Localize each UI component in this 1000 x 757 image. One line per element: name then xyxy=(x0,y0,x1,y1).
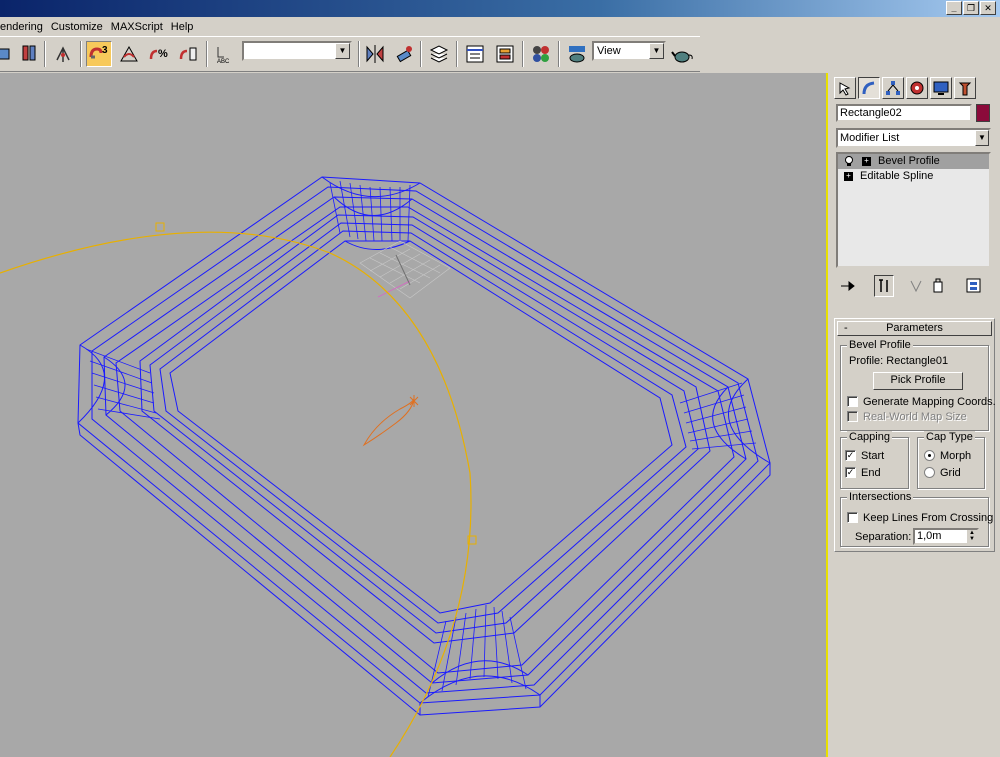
object-color-swatch[interactable] xyxy=(976,104,990,122)
modifier-stack: + Bevel Profile + Editable Spline xyxy=(836,152,991,268)
minimize-button[interactable]: _ xyxy=(946,1,962,15)
parameters-rollout: - Parameters Bevel Profile Profile: Rect… xyxy=(834,318,996,552)
command-panel: Rectangle02 Modifier List ▼ + Bevel Prof… xyxy=(830,73,1000,757)
percent-snap-icon[interactable]: % xyxy=(146,41,172,67)
angle-snap-icon[interactable] xyxy=(116,41,142,67)
align-icon[interactable] xyxy=(392,41,418,67)
capping-group: Capping ✓ Start ✓ End xyxy=(840,431,909,489)
utilities-tab-icon[interactable] xyxy=(954,77,976,99)
menu-bar: endering Customize MAXScript Help xyxy=(0,17,1000,36)
mirror-select-icon[interactable] xyxy=(16,41,42,67)
stack-item-editable-spline[interactable]: + Editable Spline xyxy=(838,169,989,184)
perspective-viewport[interactable] xyxy=(0,73,828,757)
render-scene-icon[interactable] xyxy=(564,41,590,67)
svg-text:%: % xyxy=(158,48,168,60)
chevron-down-icon: ▼ xyxy=(975,130,989,146)
cap-start-checkbox[interactable]: ✓ xyxy=(845,450,856,461)
cap-morph-radio[interactable] xyxy=(924,450,935,461)
stack-toolbar xyxy=(836,275,991,297)
menu-help[interactable]: Help xyxy=(167,21,198,33)
edit-named-selection-icon[interactable]: ABC xyxy=(212,41,238,67)
configure-sets-icon[interactable] xyxy=(964,275,984,297)
material-editor-icon[interactable] xyxy=(528,41,554,67)
cap-end-checkbox[interactable]: ✓ xyxy=(845,467,856,478)
main-toolbar: 3 % ABC ▼ View ▼ xyxy=(0,36,700,72)
quick-render-teapot-icon[interactable] xyxy=(670,41,696,67)
rollout-header[interactable]: - Parameters xyxy=(837,321,992,336)
profile-label: Profile: Rectangle01 xyxy=(849,355,949,367)
menu-maxscript[interactable]: MAXScript xyxy=(107,21,167,33)
modify-tab-icon[interactable] xyxy=(858,77,880,99)
modifier-list-dropdown[interactable]: Modifier List ▼ xyxy=(836,128,991,148)
make-unique-icon[interactable] xyxy=(906,275,926,297)
spinner-arrows-icon[interactable]: ▲ ▼ xyxy=(967,530,977,543)
bevel-profile-group: Bevel Profile Profile: Rectangle01 Pick … xyxy=(840,339,996,431)
window-controls: _ ❐ ✕ xyxy=(946,1,996,15)
hierarchy-tab-icon[interactable] xyxy=(882,77,904,99)
close-button[interactable]: ✕ xyxy=(980,1,996,15)
named-selection-dropdown[interactable]: ▼ xyxy=(242,41,352,61)
display-tab-icon[interactable] xyxy=(930,77,952,99)
pin-stack-icon[interactable] xyxy=(838,275,858,297)
show-end-result-icon[interactable] xyxy=(874,275,894,297)
title-bar: _ ❐ ✕ xyxy=(0,0,1000,17)
pick-profile-button[interactable]: Pick Profile xyxy=(873,372,963,390)
menu-customize[interactable]: Customize xyxy=(47,21,107,33)
stack-item-label: Bevel Profile xyxy=(878,155,940,167)
chevron-down-icon: ▼ xyxy=(335,43,350,59)
remove-modifier-icon[interactable] xyxy=(928,275,948,297)
cap-grid-radio[interactable] xyxy=(924,467,935,478)
keep-lines-checkbox[interactable] xyxy=(847,512,858,523)
generate-mapping-checkbox[interactable] xyxy=(847,396,858,407)
real-world-map-checkbox[interactable] xyxy=(847,411,858,422)
mirror-icon[interactable] xyxy=(362,41,388,67)
object-name-field[interactable]: Rectangle02 xyxy=(836,104,972,122)
restore-button[interactable]: ❐ xyxy=(963,1,979,15)
intersections-group: Intersections Keep Lines From Crossing S… xyxy=(840,491,993,547)
spinner-snap-icon[interactable] xyxy=(176,41,202,67)
snap-toggle-button[interactable]: 3 xyxy=(86,41,112,67)
lightbulb-icon[interactable] xyxy=(844,156,854,167)
stack-item-bevel-profile[interactable]: + Bevel Profile xyxy=(838,154,989,169)
layer-manager-icon[interactable] xyxy=(426,41,452,67)
expand-icon[interactable]: + xyxy=(862,157,871,166)
move-transform-icon[interactable] xyxy=(50,41,76,67)
collapse-icon: - xyxy=(844,322,848,334)
chevron-down-icon: ▼ xyxy=(649,43,664,59)
schematic-view-icon[interactable] xyxy=(492,41,518,67)
menu-rendering[interactable]: endering xyxy=(0,21,47,33)
svg-text:ABC: ABC xyxy=(217,59,230,65)
stack-item-label: Editable Spline xyxy=(860,170,934,182)
motion-tab-icon[interactable] xyxy=(906,77,928,99)
reference-coord-dropdown[interactable]: View ▼ xyxy=(592,41,666,61)
snap-value-label: 3 xyxy=(102,45,108,56)
wireframe-scene xyxy=(0,176,771,757)
expand-icon[interactable]: + xyxy=(844,172,853,181)
create-tab-icon[interactable] xyxy=(834,77,856,99)
cap-type-group: Cap Type Morph Grid xyxy=(917,431,985,489)
track-view-icon[interactable] xyxy=(462,41,488,67)
separation-spinner[interactable]: 1,0m ▲ ▼ xyxy=(913,528,979,545)
